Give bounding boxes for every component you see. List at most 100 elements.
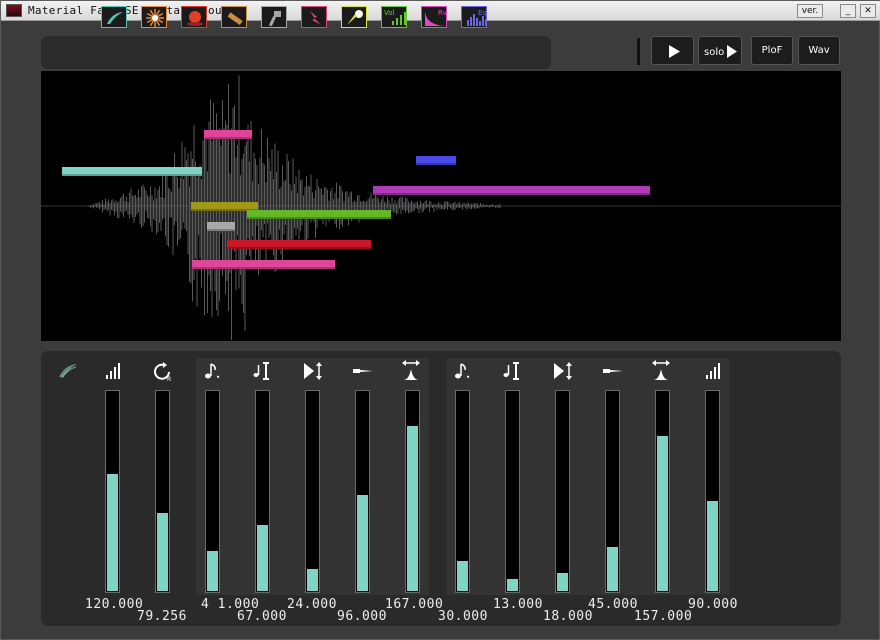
slider-value: 18.000	[543, 609, 593, 624]
attack-icon	[550, 359, 576, 383]
pitch-range-icon	[500, 359, 526, 383]
param-slider[interactable]	[555, 390, 570, 593]
window-title: Material Fact SE -Attack sound-	[28, 4, 243, 17]
orb-icon	[187, 11, 203, 26]
gray-layer[interactable]	[207, 222, 235, 231]
green-layer[interactable]	[247, 210, 391, 219]
slider-fill	[207, 551, 218, 591]
magenta-layer[interactable]	[192, 260, 335, 269]
slider-fill	[707, 501, 718, 591]
minimize-button[interactable]: _	[840, 4, 856, 18]
volume-icon	[100, 359, 126, 383]
swoosh-icon	[107, 12, 123, 24]
slider-fill	[257, 525, 268, 591]
swoosh-tool[interactable]	[101, 6, 127, 28]
slider-fill	[557, 573, 568, 591]
slider-value: 79.256	[137, 609, 187, 624]
equalizer-icon: Eq	[467, 9, 487, 26]
param-slider[interactable]	[105, 390, 120, 593]
comet-tool[interactable]	[341, 6, 367, 28]
solo-play-button[interactable]: solo	[698, 36, 742, 65]
slider-value: 167.000	[385, 597, 444, 612]
release-icon	[350, 359, 376, 383]
attack-icon	[300, 359, 326, 383]
slider-value: 157.000	[634, 609, 693, 624]
slider-value: 67.000	[237, 609, 287, 624]
volume-icon	[700, 359, 726, 383]
spread-icon	[400, 359, 426, 383]
equalizer-tool[interactable]: Eq	[461, 6, 487, 28]
wav-export-button[interactable]: Wav	[798, 36, 840, 65]
toolbar-separator	[637, 38, 640, 65]
slider-fill	[657, 436, 668, 591]
close-button[interactable]: ✕	[860, 4, 876, 18]
blade-tool[interactable]	[221, 6, 247, 28]
sound-type-toolbar	[41, 36, 551, 69]
svg-text:▾: ▾	[466, 373, 470, 381]
param-slider[interactable]	[205, 390, 220, 593]
lightning-icon	[310, 11, 321, 25]
slider-fill	[157, 513, 168, 591]
burst-icon	[146, 9, 164, 27]
layer-b-group	[447, 358, 729, 595]
param-slider[interactable]	[455, 390, 470, 593]
loop-icon: R	[150, 359, 176, 383]
red-layer[interactable]	[227, 240, 371, 249]
slider-value: 13.000	[493, 597, 543, 612]
slider-value: 120.000	[85, 597, 144, 612]
release-icon	[600, 359, 626, 383]
hammer-tool[interactable]	[261, 6, 287, 28]
slider-fill	[107, 474, 118, 591]
teal-layer[interactable]	[62, 167, 202, 176]
param-slider[interactable]	[255, 390, 270, 593]
slider-fill	[307, 569, 318, 591]
app-window: Material Fact SE -Attack sound- ver. _ ✕…	[0, 0, 880, 640]
blue-layer[interactable]	[416, 156, 456, 165]
svg-text:Vol: Vol	[384, 9, 395, 17]
plof-button[interactable]: PloF	[751, 36, 793, 65]
slider-fill	[457, 561, 468, 591]
play-icon	[669, 45, 680, 58]
param-slider[interactable]	[505, 390, 520, 593]
orb-tool[interactable]	[181, 6, 207, 28]
pink-layer[interactable]	[204, 130, 252, 139]
slider-value: 30.000	[438, 609, 488, 624]
slider-fill	[507, 579, 518, 591]
swoosh-icon	[55, 359, 81, 383]
slider-fill	[357, 495, 368, 591]
hammer-icon	[268, 11, 281, 27]
waveform-canvas	[41, 75, 841, 340]
slider-fill	[607, 547, 618, 591]
burst-tool[interactable]	[141, 6, 167, 28]
purple-layer[interactable]	[373, 186, 650, 195]
waveform-display[interactable]	[41, 71, 841, 341]
reverb-tool[interactable]: Rv	[421, 6, 447, 28]
slider-value: 96.000	[337, 609, 387, 624]
blade-icon	[227, 12, 243, 26]
param-slider[interactable]	[655, 390, 670, 593]
play-icon	[727, 45, 737, 58]
pitch-envelope-icon: ▾	[200, 359, 226, 383]
slider-fill	[407, 426, 418, 591]
param-slider[interactable]	[305, 390, 320, 593]
reverb-icon: Rv	[425, 9, 447, 26]
param-slider[interactable]	[155, 390, 170, 593]
volume-tool[interactable]: Vol	[381, 6, 407, 28]
svg-text:Eq: Eq	[478, 9, 487, 17]
slider-value: 24.000	[287, 597, 337, 612]
spread-icon	[650, 359, 676, 383]
lightning-tool[interactable]	[301, 6, 327, 28]
pitch-envelope-icon: ▾	[450, 359, 476, 383]
svg-text:▾: ▾	[216, 373, 220, 381]
app-icon	[6, 4, 22, 17]
volume-icon: Vol	[384, 9, 406, 25]
param-slider[interactable]	[605, 390, 620, 593]
comet-icon	[347, 10, 363, 25]
param-slider[interactable]	[705, 390, 720, 593]
slider-value: 90.000	[688, 597, 738, 612]
svg-text:R: R	[167, 376, 171, 383]
param-slider[interactable]	[405, 390, 420, 593]
play-button[interactable]	[651, 36, 694, 65]
version-button[interactable]: ver.	[797, 4, 823, 18]
param-slider[interactable]	[355, 390, 370, 593]
